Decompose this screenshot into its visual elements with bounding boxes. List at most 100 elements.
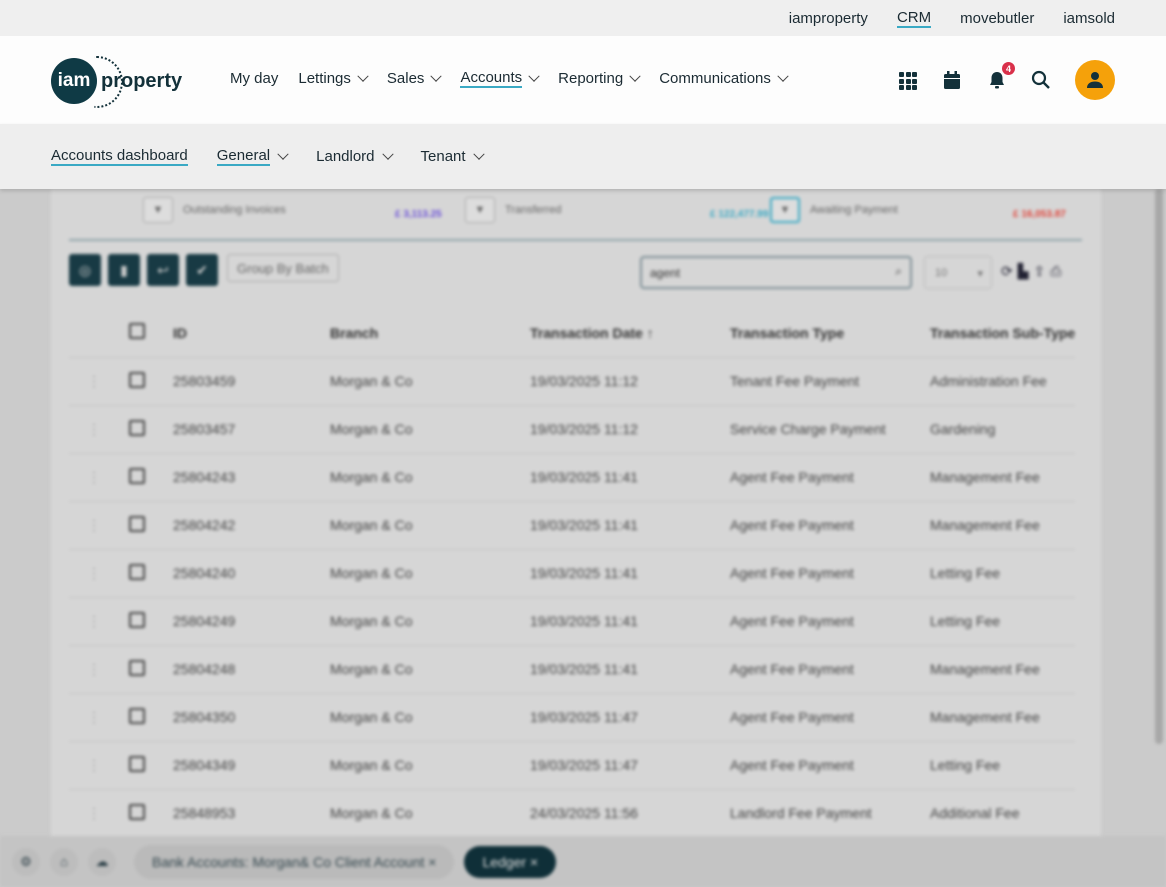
drag-handle[interactable]: ⋮	[69, 645, 129, 694]
table-row[interactable]: ⋮ 25804243 Morgan & Co 19/03/2025 11:41 Agen…	[69, 453, 1076, 502]
subnav-landlord[interactable]: Landlord	[316, 148, 394, 165]
divider	[69, 239, 1082, 241]
page-size-value: 10	[935, 267, 948, 279]
subnav-tenant[interactable]: Tenant	[421, 148, 485, 165]
group-by-batch-button[interactable]: Group By Batch	[227, 254, 339, 282]
drag-handle[interactable]: ⋮	[69, 549, 129, 598]
drag-handle[interactable]: ⋮	[69, 357, 129, 406]
chevron-down-icon	[357, 70, 369, 82]
drag-handle[interactable]: ⋮	[69, 741, 129, 790]
grid-icon[interactable]	[899, 70, 919, 90]
select-all-checkbox[interactable]	[129, 323, 145, 340]
table-search-input[interactable]: agent ⌕	[640, 256, 912, 289]
calendar-icon[interactable]	[943, 70, 963, 90]
row-checkbox[interactable]	[129, 707, 145, 724]
cell-type: Agent Fee Payment	[730, 549, 930, 598]
check-circle-icon[interactable]: ✔	[186, 254, 218, 286]
table-row[interactable]: ⋮ 25804248 Morgan & Co 19/03/2025 11:41 Agen…	[69, 645, 1076, 694]
table-row[interactable]: ⋮ 25804240 Morgan & Co 19/03/2025 11:41 Agen…	[69, 549, 1076, 598]
cloud-icon[interactable]: ☁	[88, 847, 116, 876]
row-checkbox[interactable]	[129, 611, 145, 628]
table-row[interactable]: ⋮ 25803459 Morgan & Co 19/03/2025 11:12 Tena…	[69, 357, 1076, 406]
chevron-down-icon	[629, 70, 641, 82]
tab-bank-accounts[interactable]: Bank Accounts: Morgan& Co Client Account…	[134, 844, 455, 879]
tab-label: Bank Accounts: Morgan& Co Client Account	[152, 853, 425, 870]
col-date[interactable]: Transaction Date ↑	[530, 309, 730, 358]
row-checkbox[interactable]	[129, 467, 145, 484]
file-icon[interactable]: ▙	[1018, 263, 1029, 280]
drag-handle[interactable]: ⋮	[69, 693, 129, 742]
table-row[interactable]: ⋮ 25804242 Morgan & Co 19/03/2025 11:41 Agen…	[69, 501, 1076, 550]
print-icon[interactable]: ⎙	[1050, 263, 1061, 280]
subnav-label: Landlord	[316, 148, 375, 165]
util-link-movebutler[interactable]: movebutler	[960, 10, 1034, 27]
row-checkbox[interactable]	[129, 371, 145, 388]
tab-ledger[interactable]: Ledger ×	[464, 845, 557, 878]
page-size-select[interactable]: 10 ▾	[924, 256, 992, 289]
col-subtype[interactable]: Transaction Sub-Type	[930, 309, 1076, 358]
col-id[interactable]: ID	[173, 309, 330, 358]
nav-accounts[interactable]: Accounts	[460, 69, 540, 90]
search-icon[interactable]	[1031, 70, 1051, 90]
col-type[interactable]: Transaction Type	[730, 309, 930, 358]
scrollbar[interactable]	[1155, 189, 1163, 744]
filter-icon[interactable]: ▼	[465, 197, 495, 223]
subnav-general[interactable]: General	[216, 147, 289, 166]
nav-communications[interactable]: Communications	[659, 69, 789, 90]
close-icon[interactable]: ×	[428, 854, 436, 870]
filter-icon[interactable]: ▼	[143, 197, 173, 223]
gear-icon[interactable]: ⚙	[12, 847, 40, 876]
drag-handle[interactable]: ⋮	[69, 597, 129, 646]
filter-icon[interactable]: ▼	[770, 197, 800, 223]
drag-handle[interactable]: ⋮	[69, 453, 129, 502]
row-checkbox[interactable]	[129, 659, 145, 676]
stats-bar: ▼ Outstanding Invoices £ 3,113.25 ▼ Transf…	[143, 197, 1073, 227]
table-row[interactable]: ⋮ 25804350 Morgan & Co 19/03/2025 11:47 Agen…	[69, 693, 1076, 742]
bell-icon[interactable]: 4	[987, 62, 1015, 90]
row-checkbox[interactable]	[129, 755, 145, 772]
util-link-iamsold[interactable]: iamsold	[1063, 10, 1115, 27]
drag-handle[interactable]: ⋮	[69, 501, 129, 550]
drag-handle[interactable]: ⋮	[69, 405, 129, 454]
table-row[interactable]: ⋮ 25803457 Morgan & Co 19/03/2025 11:12 Serv…	[69, 405, 1076, 454]
row-checkbox[interactable]	[129, 515, 145, 532]
table-row[interactable]: ⋮ 25848953 Morgan & Co 24/03/2025 11:56 Land…	[69, 789, 1076, 838]
undo-icon[interactable]: ↩	[147, 254, 179, 286]
drag-handle[interactable]: ⋮	[69, 789, 129, 838]
nav-my-day[interactable]: My day	[230, 69, 278, 90]
subnav-label: Accounts dashboard	[51, 147, 188, 166]
settings-circle-icon[interactable]: ◎	[69, 254, 101, 286]
refresh-icon[interactable]: ⟳	[1001, 263, 1013, 280]
row-checkbox-cell	[129, 693, 173, 742]
stat-label: Outstanding Invoices	[183, 204, 286, 216]
nav-lettings[interactable]: Lettings	[298, 69, 369, 90]
row-checkbox[interactable]	[129, 419, 145, 436]
cell-type: Tenant Fee Payment	[730, 357, 930, 406]
util-link-iamproperty[interactable]: iamproperty	[789, 10, 868, 27]
trash-icon[interactable]: ▮	[108, 254, 140, 286]
table-row[interactable]: ⋮ 25804349 Morgan & Co 19/03/2025 11:47 Agen…	[69, 741, 1076, 790]
row-checkbox[interactable]	[129, 803, 145, 820]
logo[interactable]: iam property	[51, 56, 182, 108]
col-branch[interactable]: Branch	[330, 309, 530, 358]
sort-asc-icon: ↑	[646, 324, 654, 341]
nav-reporting[interactable]: Reporting	[558, 69, 641, 90]
search-value: agent	[650, 266, 681, 280]
upload-icon[interactable]: ⇪	[1034, 263, 1046, 280]
tab-label: Ledger	[482, 853, 527, 870]
ledger-card: ▼ Outstanding Invoices £ 3,113.25 ▼ Transf…	[51, 189, 1101, 839]
user-avatar[interactable]	[1075, 60, 1115, 100]
subnav-accounts-dashboard[interactable]: Accounts dashboard	[51, 147, 188, 166]
cell-subtype: Gardening	[930, 405, 1076, 454]
nav-label: Sales	[386, 70, 425, 87]
nav-sales[interactable]: Sales	[386, 69, 443, 90]
util-link-crm[interactable]: CRM	[896, 9, 932, 28]
cell-date: 19/03/2025 11:47	[530, 693, 730, 742]
bank-icon[interactable]: ⌂	[50, 847, 78, 876]
table-row[interactable]: ⋮ 25804249 Morgan & Co 19/03/2025 11:41 Agen…	[69, 597, 1076, 646]
user-icon	[1087, 72, 1103, 88]
nav-label: Lettings	[298, 70, 351, 87]
cell-subtype: Letting Fee	[930, 597, 1076, 646]
close-icon[interactable]: ×	[530, 854, 538, 870]
row-checkbox[interactable]	[129, 563, 145, 580]
